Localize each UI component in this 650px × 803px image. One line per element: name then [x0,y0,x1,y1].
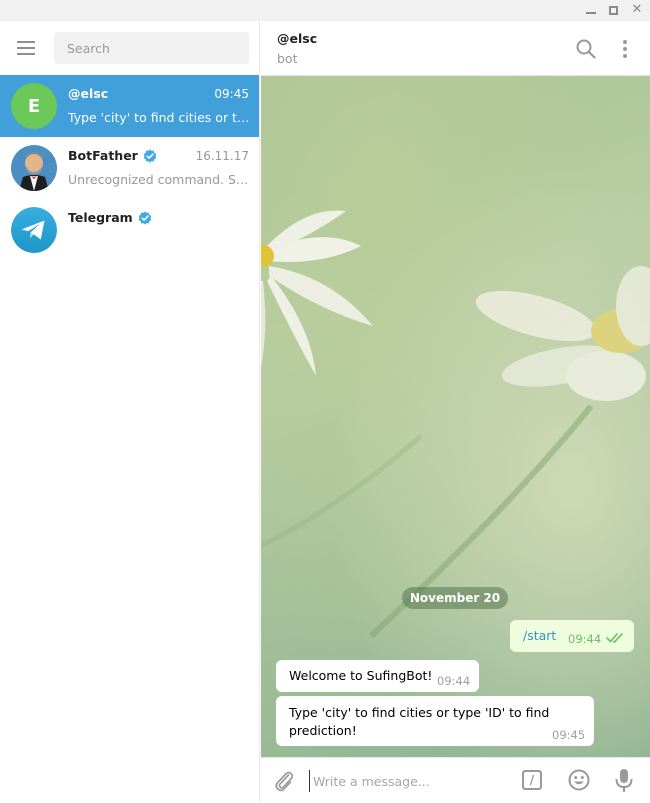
message-text[interactable]: /start [523,628,556,643]
verified-badge-icon [143,148,157,163]
maximize-icon [608,5,618,15]
avatar: E [11,83,57,129]
chat-preview: Unrecognized command. Say what? [68,172,251,187]
chat-time: 16.11.17 [195,149,249,163]
chat-item-botfather[interactable]: BotFather 16.11.17 Unrecognized command.… [0,137,259,199]
close-icon: ✕ [631,2,643,17]
chat-header: @elsc bot [261,21,650,76]
message-time: 09:45 [552,728,586,742]
emoji-icon[interactable] [567,768,591,792]
message-input[interactable] [309,770,509,792]
botfather-avatar [11,145,57,191]
message-time: 09:44 [568,632,602,646]
date-separator: November 20 [402,587,508,609]
chat-name: @elsc [68,86,109,101]
paperclip-icon[interactable] [272,769,296,793]
chat-item-telegram[interactable]: Telegram [0,199,259,261]
peer-name[interactable]: @elsc [277,31,317,46]
microphone-icon[interactable] [614,768,634,794]
bot-commands-button[interactable]: / [522,770,542,790]
hamburger-menu-icon[interactable] [17,41,37,55]
chat-list: E @elsc 09:45 Type 'city' to find cities… [0,75,259,261]
close-button[interactable]: ✕ [627,2,647,18]
message-bubble-incoming: Type 'city' to find cities or type 'ID' … [276,696,594,746]
chat-name: BotFather [68,148,157,163]
chat-time: 09:45 [214,87,249,101]
message-composer: / [261,757,650,803]
slash-icon: / [529,773,535,787]
chat-name: Telegram [68,210,152,225]
minimize-icon [586,11,596,14]
daisy-wallpaper [261,210,650,639]
more-vertical-icon[interactable] [621,39,629,59]
message-time: 09:44 [437,674,471,688]
double-check-icon [606,633,623,643]
chat-list-panel: E @elsc 09:45 Type 'city' to find cities… [0,21,260,803]
telegram-logo-avatar [11,207,57,253]
search-input[interactable] [54,32,249,64]
chat-preview: Type 'city' to find cities or type 'ID' … [68,110,251,125]
search-icon[interactable] [575,38,597,60]
chat-item-elsc[interactable]: E @elsc 09:45 Type 'city' to find cities… [0,75,259,137]
minimize-button[interactable] [581,2,601,18]
maximize-button[interactable] [603,2,623,18]
window-titlebar: ✕ [0,0,650,21]
message-bubble-incoming: Welcome to SufingBot! 09:44 [276,660,479,692]
verified-badge-icon [138,210,151,225]
message-text: Welcome to SufingBot! [289,668,433,683]
message-text: Type 'city' to find cities or type 'ID' … [289,705,550,738]
conversation-area: November 20 /start 09:44 Welcome to Sufi… [261,76,650,757]
message-bubble-outgoing: /start 09:44 [510,620,634,652]
peer-status: bot [277,51,298,66]
